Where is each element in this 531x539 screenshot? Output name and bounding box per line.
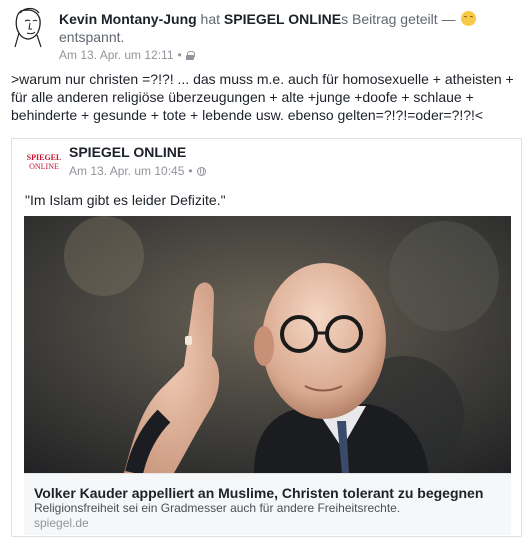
action-text: hat [196,11,224,27]
logo-line2: ONLINE [29,162,59,171]
meta-separator: • [188,164,193,178]
link-domain: spiegel.de [34,516,89,530]
author-name-link[interactable]: Kevin Montany-Jung [59,11,197,27]
post-header: Kevin Montany-Jung hat SPIEGEL ONLINEs B… [0,0,531,68]
post-meta: Am 13. Apr. um 12:11 • [59,48,195,62]
feeling-text: entspannt. [59,29,125,45]
lock-icon[interactable] [185,50,195,60]
logo-line1: SPIEGEL [26,153,62,162]
link-description: Religionsfreiheit sei ein Gradmesser auc… [34,501,401,515]
shared-post-meta: Am 13. Apr. um 10:45 • [69,164,206,178]
shared-post-card: SPIEGEL ONLINE SPIEGEL ONLINE Am 13. Apr… [11,138,522,537]
post-status-text: >warum nur christen =?!?! ... das muss m… [11,71,514,123]
globe-icon[interactable] [196,166,206,176]
spiegel-logo[interactable]: SPIEGEL ONLINE [26,149,62,175]
post-header-text: Kevin Montany-Jung hat SPIEGEL ONLINEs B… [59,10,524,46]
shared-page-link[interactable]: SPIEGEL ONLINE [224,11,341,27]
shared-quote-text: "Im Islam gibt es leider Defizite." [25,192,226,208]
post-timestamp[interactable]: Am 13. Apr. um 12:11 [59,48,174,62]
link-preview-image[interactable] [24,216,511,473]
author-avatar[interactable] [7,5,51,49]
link-preview-caption[interactable]: Volker Kauder appelliert an Muslime, Chr… [24,473,511,535]
action-text-post: s Beitrag geteilt — [341,11,460,27]
shared-post-timestamp[interactable]: Am 13. Apr. um 10:45 [69,164,184,178]
link-title[interactable]: Volker Kauder appelliert an Muslime, Chr… [34,485,501,501]
meta-separator: • [177,48,182,62]
relieved-emoji-icon [461,11,477,26]
shared-page-name[interactable]: SPIEGEL ONLINE [69,144,186,160]
